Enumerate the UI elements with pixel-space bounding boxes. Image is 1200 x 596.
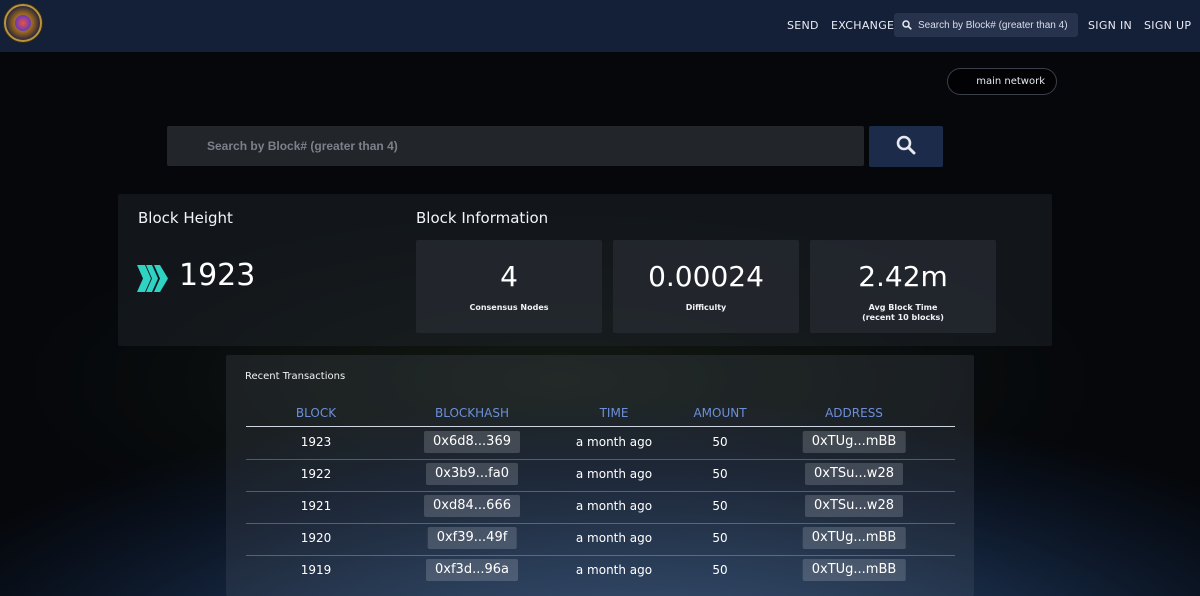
nav-exchange-link[interactable]: EXCHANGE (831, 19, 894, 32)
block-height-value: 1923 (179, 258, 256, 293)
search-icon (902, 20, 912, 30)
row-address[interactable]: 0xTUg...mBB (802, 559, 906, 581)
difficulty-value: 0.00024 (648, 260, 764, 293)
column-header-block: BLOCK (295, 406, 337, 420)
avg-block-time-sublabel: (recent 10 blocks) (862, 313, 944, 322)
nav-sign-up-link[interactable]: SIGN UP (1144, 19, 1191, 32)
row-address[interactable]: 0xTUg...mBB (802, 431, 906, 453)
row-address[interactable]: 0xTSu...w28 (805, 495, 903, 517)
nav-sign-in-link[interactable]: SIGN IN (1088, 19, 1132, 32)
recent-transactions-title: Recent Transactions (245, 371, 346, 382)
column-header-blockhash: BLOCKHASH (434, 406, 510, 420)
logo[interactable] (4, 4, 42, 42)
network-label: main network (976, 76, 1045, 87)
avg-block-time-label-text: Avg Block Time (868, 303, 938, 312)
avg-block-time-label: Avg Block Time (recent 10 blocks) (810, 303, 996, 323)
row-time: a month ago (575, 435, 653, 449)
avg-block-time-card: 2.42m Avg Block Time (recent 10 blocks) (810, 240, 996, 333)
row-time: a month ago (575, 499, 653, 513)
row-amount: 50 (712, 531, 728, 545)
row-block[interactable]: 1922 (301, 467, 332, 481)
table-row[interactable]: 1922 0x3b9...fa0 a month ago 50 0xTSu...… (246, 460, 955, 492)
row-time: a month ago (575, 531, 653, 545)
nav-send-link[interactable]: SEND (787, 19, 819, 32)
search-button[interactable] (869, 126, 943, 167)
row-block[interactable]: 1919 (301, 563, 332, 577)
consensus-nodes-value: 4 (500, 260, 518, 293)
consensus-nodes-card: 4 Consensus Nodes (416, 240, 602, 333)
row-time: a month ago (575, 563, 653, 577)
hive-logo-icon (137, 265, 168, 296)
consensus-nodes-label: Consensus Nodes (469, 303, 549, 312)
transactions-table-header: BLOCK BLOCKHASH TIME AMOUNT ADDRESS (246, 405, 955, 427)
table-row[interactable]: 1920 0xf39...49f a month ago 50 0xTUg...… (246, 524, 955, 556)
difficulty-label: Difficulty (685, 303, 727, 312)
column-header-amount: AMOUNT (693, 406, 747, 420)
row-blockhash[interactable]: 0xd84...666 (424, 495, 520, 517)
row-amount: 50 (712, 467, 728, 481)
avg-block-time-value: 2.42m (858, 260, 948, 293)
nav-search-box[interactable] (894, 13, 1078, 37)
row-time: a month ago (575, 467, 653, 481)
block-info-title: Block Information (416, 209, 549, 227)
table-row[interactable]: 1919 0xf3d...96a a month ago 50 0xTUg...… (246, 556, 955, 588)
nav-search-input[interactable] (918, 19, 1078, 31)
row-blockhash[interactable]: 0x6d8...369 (424, 431, 520, 453)
table-row[interactable]: 1921 0xd84...666 a month ago 50 0xTSu...… (246, 492, 955, 524)
stats-panel: Block Height 1923 Block Information 4 Co… (118, 194, 1052, 346)
navbar: SEND EXCHANGE SIGN IN SIGN UP (0, 0, 1200, 52)
row-amount: 50 (712, 499, 728, 513)
difficulty-card: 0.00024 Difficulty (613, 240, 799, 333)
row-address[interactable]: 0xTUg...mBB (802, 527, 906, 549)
row-blockhash[interactable]: 0xf39...49f (427, 527, 517, 549)
block-height-title: Block Height (138, 209, 233, 227)
main-search-box[interactable] (167, 126, 864, 166)
row-block[interactable]: 1923 (301, 435, 332, 449)
row-block[interactable]: 1920 (301, 531, 332, 545)
search-icon (896, 135, 916, 159)
column-header-time: TIME (599, 406, 629, 420)
row-amount: 50 (712, 563, 728, 577)
table-row[interactable]: 1923 0x6d8...369 a month ago 50 0xTUg...… (246, 428, 955, 460)
column-header-address: ADDRESS (825, 406, 883, 420)
network-selector[interactable]: main network (947, 68, 1057, 95)
row-address[interactable]: 0xTSu...w28 (805, 463, 903, 485)
row-blockhash[interactable]: 0x3b9...fa0 (426, 463, 518, 485)
row-amount: 50 (712, 435, 728, 449)
recent-transactions-panel: Recent Transactions BLOCK BLOCKHASH TIME… (226, 355, 974, 596)
row-blockhash[interactable]: 0xf3d...96a (426, 559, 518, 581)
row-block[interactable]: 1921 (301, 499, 332, 513)
main-search-input[interactable] (207, 139, 807, 153)
